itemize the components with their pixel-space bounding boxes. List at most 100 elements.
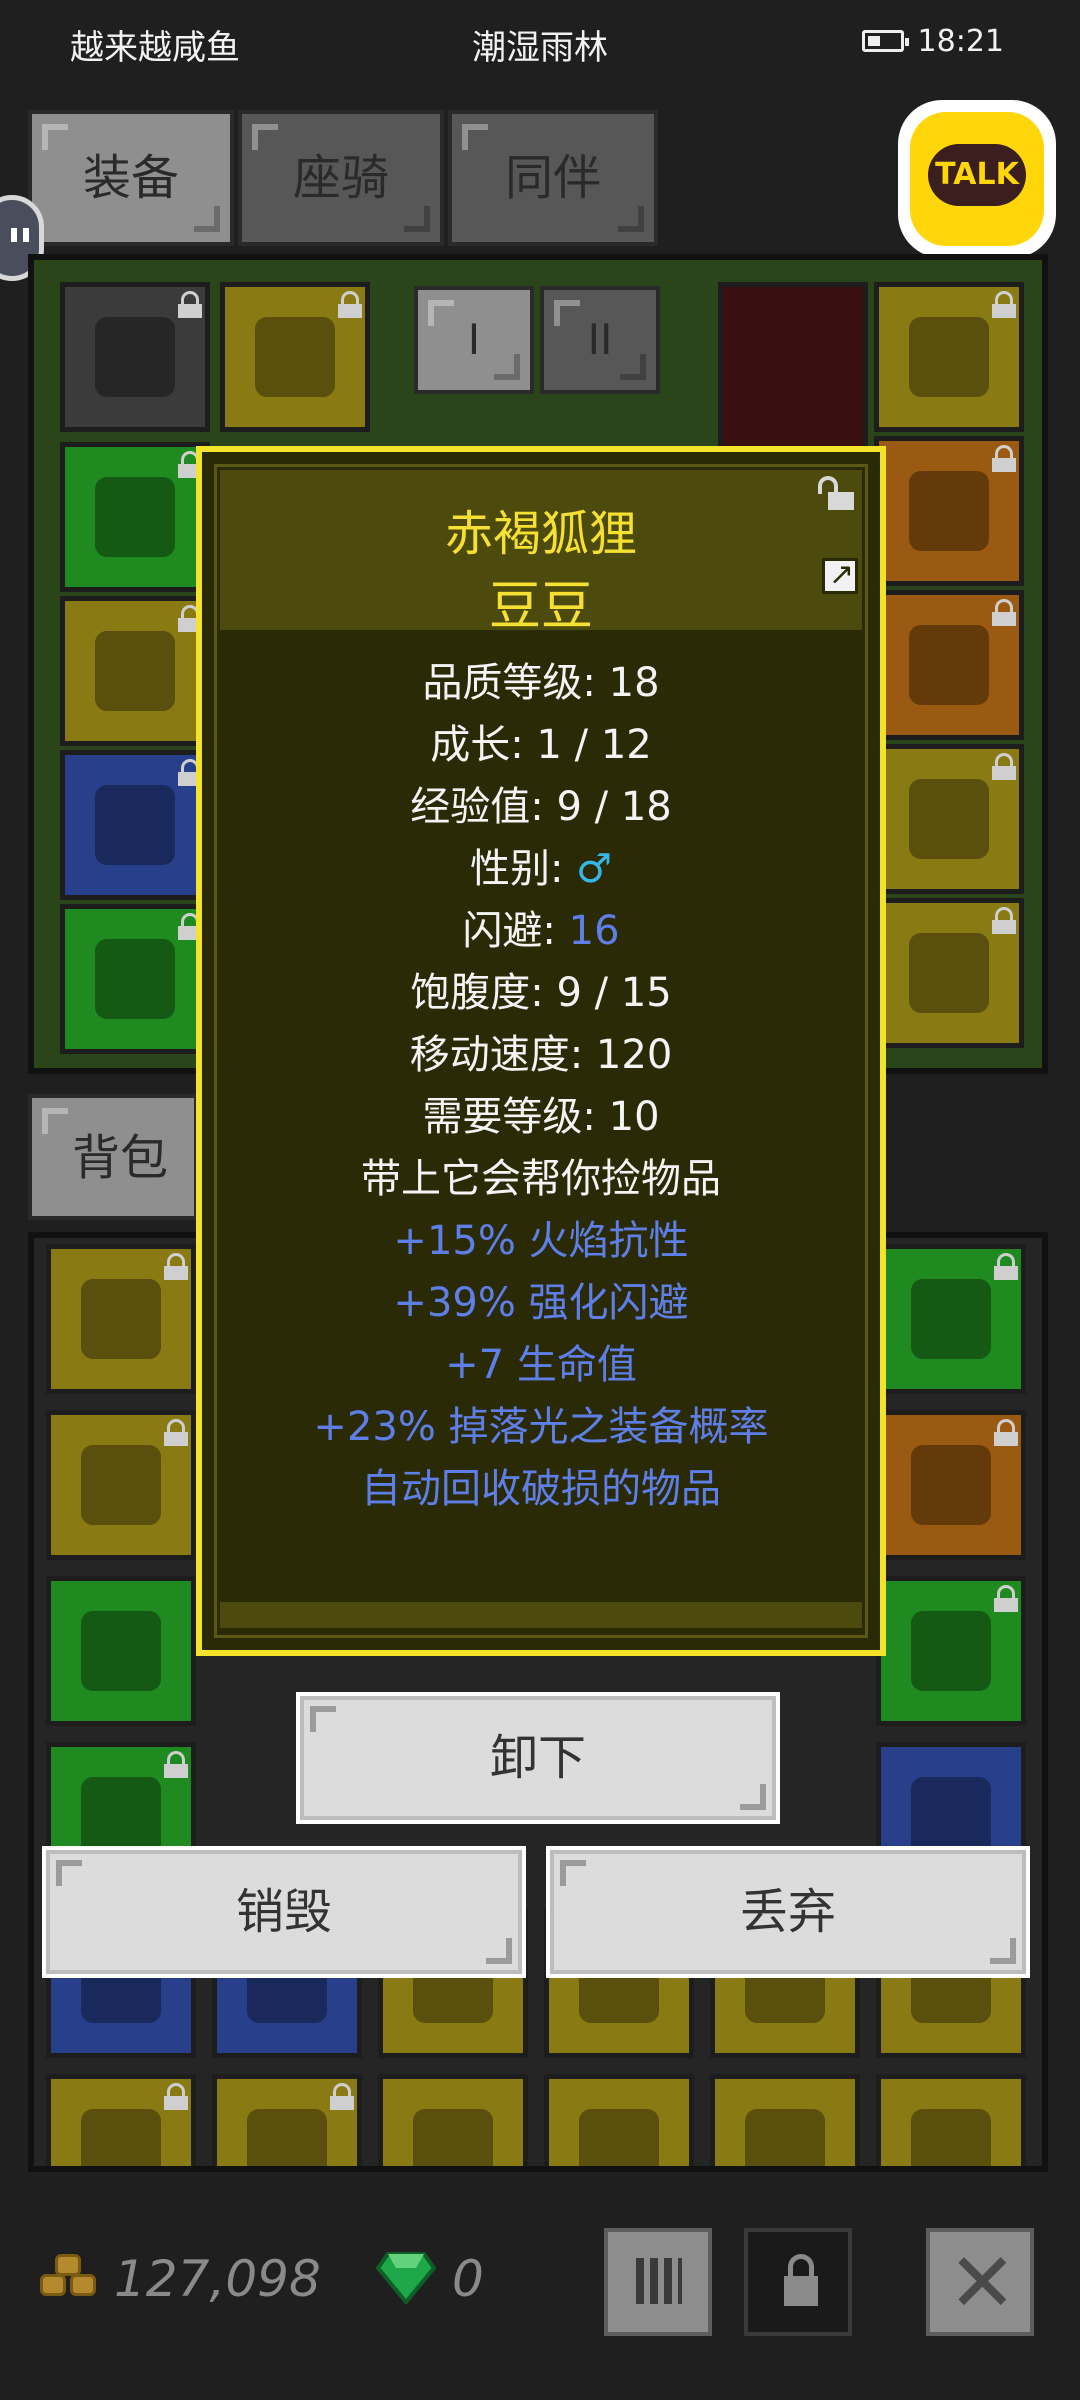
stat-satiety: 饱腹度: 9 / 15 [410,970,672,1016]
equip-set-1-label: I [467,315,481,364]
item-icon [413,2109,493,2166]
necklace-icon [909,317,989,397]
item-icon [81,2109,161,2166]
item-icon [247,2109,327,2166]
bonus-line: +15% 火焰抗性 [393,1218,689,1264]
talk-button[interactable]: TALK [898,100,1056,258]
pet-stats: 品质等级: 18 成长: 1 / 12 经验值: 9 / 18 性别: ♂ 闪避… [202,652,880,1520]
inventory-slot[interactable] [544,2074,694,2166]
armor-icon [95,477,175,557]
gold-icon [40,2252,100,2302]
unequip-label: 卸下 [489,1730,586,1786]
inventory-slot[interactable] [876,1410,1026,1560]
inventory-slot[interactable] [46,1244,196,1394]
lock-icon [784,2254,818,2310]
inventory-slot[interactable] [46,2074,196,2166]
equip-slot[interactable] [60,442,210,592]
discard-button[interactable]: 丢弃 [546,1846,1030,1978]
inventory-slot[interactable] [710,2074,860,2166]
male-icon: ♂ [576,846,613,892]
gold-amount: 127,098 [114,2250,321,2308]
bonus-line: 自动回收破损的物品 [361,1466,721,1512]
inventory-slot[interactable] [876,1244,1026,1394]
inventory-slot[interactable] [212,2074,362,2166]
equip-slot[interactable] [220,282,370,432]
inventory-slot[interactable] [876,1576,1026,1726]
close-button[interactable]: ✕ [926,2228,1034,2336]
gem-icon [376,2252,436,2304]
tab-bag[interactable]: 背包 ( [28,1094,198,1306]
equip-slot[interactable] [60,596,210,746]
talk-icon: TALK [928,144,1026,206]
inventory-slot[interactable] [46,1410,196,1560]
battery-icon [862,30,909,52]
item-icon [81,1279,161,1359]
lock-icon [992,907,1016,934]
stat-required-level: 需要等级: 10 [422,1094,660,1140]
stat-dodge: 闪避: 16 [462,908,620,954]
bottom-bar: 127,098 0 ✕ [0,2180,1080,2400]
lock-icon [992,599,1016,626]
destroy-button[interactable]: 销毁 [42,1846,526,1978]
sort-button[interactable] [604,2228,712,2336]
tab-companion[interactable]: 同伴 [448,110,658,246]
pants-icon [95,785,175,865]
tab-equipment[interactable]: 装备 [28,110,234,246]
stat-gender: 性别: ♂ [469,846,613,892]
tab-mount-label: 座骑 [292,150,389,206]
equip-slot[interactable] [60,904,210,1054]
unlock-icon[interactable] [818,476,854,510]
belt-icon [95,939,175,1019]
item-icon [911,2109,991,2166]
equip-slot[interactable] [874,744,1024,894]
equip-slot[interactable] [60,750,210,900]
inventory-slot[interactable] [46,1576,196,1726]
unequip-button[interactable]: 卸下 [296,1692,780,1824]
pet-description: 带上它会帮你捡物品 [361,1156,721,1202]
stat-growth: 成长: 1 / 12 [430,722,652,768]
item-icon [81,1611,161,1691]
equip-set-2-tab[interactable]: II [540,286,660,394]
pet-nickname: 豆豆 [488,577,593,637]
gloves-icon [95,631,175,711]
book-icon [909,779,989,859]
gem-amount: 0 [452,2250,484,2308]
rename-icon[interactable] [822,557,858,594]
equip-slot[interactable] [874,898,1024,1048]
clock: 18:21 [917,24,1004,59]
equip-set-2-label: II [587,315,613,364]
helmet-icon [95,317,175,397]
equip-slot[interactable] [874,590,1024,740]
lock-icon [992,291,1016,318]
equip-slot[interactable] [874,436,1024,586]
close-icon: ✕ [948,2236,1017,2331]
lock-icon [992,445,1016,472]
ring-icon [909,625,989,705]
lock-button[interactable] [744,2228,852,2336]
lock-icon [338,291,362,318]
pet-name: 赤褐狐狸 [444,506,637,562]
stat-quality: 品质等级: 18 [422,660,660,706]
tab-mount[interactable]: 座骑 [238,110,444,246]
ring-icon [909,471,989,551]
inventory-slot[interactable] [378,2074,528,2166]
lock-icon [992,753,1016,780]
item-icon [911,1777,991,1857]
pet-detail-popup: 赤褐狐狸 豆豆 品质等级: 18 成长: 1 / 12 经验值: 9 / 18 … [196,446,886,1656]
item-icon [579,2109,659,2166]
equip-slot[interactable] [60,282,210,432]
discard-label: 丢弃 [739,1884,836,1940]
bow-icon [911,1611,991,1691]
item-icon [255,317,335,397]
item-icon [911,1279,991,1359]
tab-companion-label: 同伴 [504,150,601,206]
bonus-line: +39% 强化闪避 [393,1280,689,1326]
status-bar: 越来越咸鱼 潮湿雨林 18:21 [0,0,1080,90]
pet-icon [909,933,989,1013]
inventory-slot[interactable] [876,2074,1026,2166]
equip-set-1-tab[interactable]: I [414,286,534,394]
tab-equipment-label: 装备 [82,150,179,206]
stat-move-speed: 移动速度: 120 [409,1032,673,1078]
item-icon [745,2109,825,2166]
equip-slot[interactable] [874,282,1024,432]
